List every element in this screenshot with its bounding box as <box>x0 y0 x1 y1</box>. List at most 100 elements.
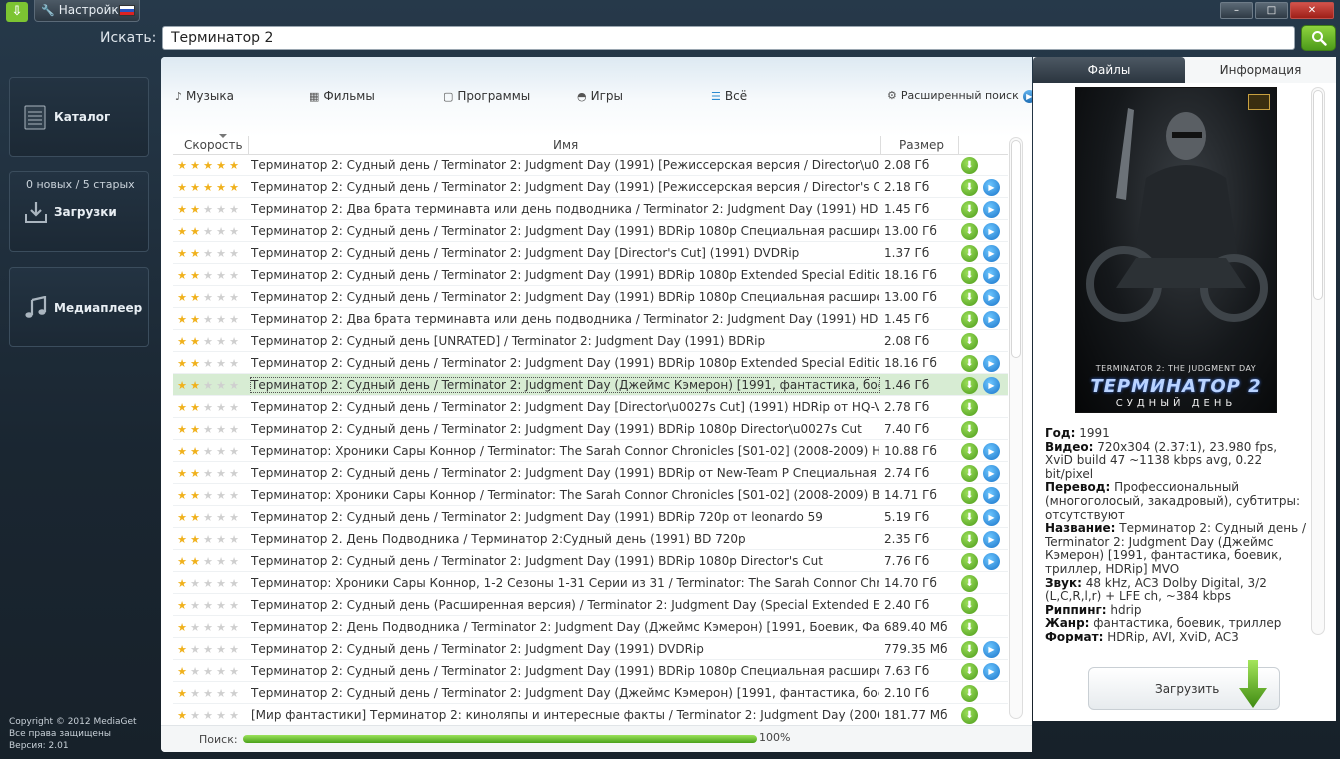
table-row[interactable]: ★ ★ ★ ★ ★ Терминатор 2: Судный день / Termina… <box>173 660 1008 682</box>
table-row[interactable]: ★ ★ ★ ★ ★ Терминатор 2: Судный день / Termina… <box>173 396 1008 418</box>
minimize-button[interactable]: – <box>1220 2 1253 19</box>
play-icon[interactable]: ▶ <box>983 663 1000 680</box>
table-row[interactable]: ★ ★ ★ ★ ★ Терминатор 2: Два брата терминавта … <box>173 308 1008 330</box>
table-row[interactable]: ★ ★ ★ ★ ★ [Мир фантастики] Терминатор 2: кино… <box>173 704 1008 726</box>
play-icon[interactable]: ▶ <box>983 531 1000 548</box>
download-button[interactable]: Загрузить <box>1088 660 1280 710</box>
table-row[interactable]: ★ ★ ★ ★ ★ Терминатор: Хроники Сары Коннор / T… <box>173 484 1008 506</box>
play-icon[interactable]: ▶ <box>983 355 1000 372</box>
download-icon[interactable]: ⬇ <box>961 223 978 240</box>
table-row[interactable]: ★ ★ ★ ★ ★ Терминатор 2: Судный день / Termina… <box>173 550 1008 572</box>
download-icon[interactable]: ⬇ <box>961 553 978 570</box>
download-icon[interactable]: ⬇ <box>961 245 978 262</box>
close-button[interactable]: ✕ <box>1290 2 1334 19</box>
table-row[interactable]: ★ ★ ★ ★ ★ Терминатор 2: Судный день / Termina… <box>173 176 1008 198</box>
download-icon[interactable]: ⬇ <box>961 663 978 680</box>
download-icon[interactable]: ⬇ <box>961 267 978 284</box>
download-icon[interactable]: ⬇ <box>961 707 978 724</box>
table-row[interactable]: ★ ★ ★ ★ ★ Терминатор: Хроники Сары Коннор, 1-… <box>173 572 1008 594</box>
play-icon[interactable]: ▶ <box>983 267 1000 284</box>
tab-films[interactable]: ▦ Фильмы <box>309 89 375 103</box>
download-icon[interactable]: ⬇ <box>961 201 978 218</box>
download-icon[interactable]: ⬇ <box>961 487 978 504</box>
settings-tab[interactable]: 🔧 Настройки <box>34 0 140 22</box>
download-icon[interactable]: ⬇ <box>961 355 978 372</box>
maximize-button[interactable]: □ <box>1255 2 1288 19</box>
scrollbar-thumb[interactable] <box>1313 90 1323 300</box>
table-row[interactable]: ★ ★ ★ ★ ★ Терминатор 2: Судный день / Termina… <box>173 638 1008 660</box>
table-row[interactable]: ★ ★ ★ ★ ★ Терминатор 2: День Подводника / Ter… <box>173 616 1008 638</box>
table-row[interactable]: ★ ★ ★ ★ ★ Терминатор 2: Судный день / Termina… <box>173 682 1008 704</box>
sidebar-item-downloads[interactable]: 0 новых / 5 старых Загрузки <box>9 171 149 252</box>
play-icon[interactable]: ▶ <box>983 201 1000 218</box>
play-icon[interactable]: ▶ <box>983 509 1000 526</box>
download-icon[interactable]: ⬇ <box>961 179 978 196</box>
table-row[interactable]: ★ ★ ★ ★ ★ Терминатор 2: Судный день / Termina… <box>173 462 1008 484</box>
play-icon[interactable]: ▶ <box>983 245 1000 262</box>
download-icon[interactable]: ⬇ <box>961 311 978 328</box>
download-icon[interactable]: ⬇ <box>961 377 978 394</box>
play-icon[interactable]: ▶ <box>983 289 1000 306</box>
table-row[interactable]: ★ ★ ★ ★ ★ Терминатор 2: Судный день / Termina… <box>173 286 1008 308</box>
scrollbar-thumb[interactable] <box>1011 140 1021 358</box>
col-size[interactable]: Размер <box>899 138 944 152</box>
download-icon[interactable]: ⬇ <box>961 619 978 636</box>
download-icon[interactable]: ⬇ <box>961 575 978 592</box>
table-row[interactable]: ★ ★ ★ ★ ★ Терминатор: Хроники Сары Коннор / T… <box>173 440 1008 462</box>
tab-music[interactable]: ♪ Музыка <box>175 89 234 103</box>
table-row[interactable]: ★ ★ ★ ★ ★ Терминатор 2: Судный день / Termina… <box>173 220 1008 242</box>
table-row[interactable]: ★ ★ ★ ★ ★ Терминатор 2: Судный день / Termina… <box>173 352 1008 374</box>
star-icon: ★ <box>177 313 187 326</box>
table-row[interactable]: ★ ★ ★ ★ ★ Терминатор 2: Судный день / Termina… <box>173 264 1008 286</box>
star-icon: ★ <box>177 467 187 480</box>
advanced-search-link[interactable]: ⚙ Расширенный поиск ▶ <box>887 89 1032 103</box>
table-row[interactable]: ★ ★ ★ ★ ★ Терминатор 2: Два брата терминавта … <box>173 198 1008 220</box>
table-row[interactable]: ★ ★ ★ ★ ★ Терминатор 2: Судный день [UNRATED]… <box>173 330 1008 352</box>
details-scrollbar[interactable] <box>1311 87 1325 635</box>
table-row[interactable]: ★ ★ ★ ★ ★ Терминатор 2: Судный день / Termina… <box>173 506 1008 528</box>
sidebar-item-mediaplayer[interactable]: Медиаплеер <box>9 267 149 347</box>
download-icon[interactable]: ⬇ <box>961 641 978 658</box>
sidebar-item-catalog[interactable]: Каталог <box>9 77 149 157</box>
download-icon[interactable]: ⬇ <box>961 289 978 306</box>
play-icon[interactable]: ▶ <box>983 553 1000 570</box>
download-icon[interactable]: ⬇ <box>961 531 978 548</box>
download-icon[interactable]: ⬇ <box>961 399 978 416</box>
table-row[interactable]: ★ ★ ★ ★ ★ Терминатор 2: Судный день / Termina… <box>173 154 1008 176</box>
results-scrollbar[interactable] <box>1009 137 1023 719</box>
download-icon[interactable]: ⬇ <box>961 333 978 350</box>
download-icon[interactable]: ⬇ <box>961 157 978 174</box>
table-row[interactable]: ★ ★ ★ ★ ★ Терминатор 2: Судный день / Termina… <box>173 374 1008 396</box>
tab-games[interactable]: ◓ Игры <box>577 89 623 103</box>
col-name[interactable]: Имя <box>553 138 578 152</box>
download-icon[interactable]: ⬇ <box>961 421 978 438</box>
tab-programs[interactable]: ▢ Программы <box>443 89 530 103</box>
table-row[interactable]: ★ ★ ★ ★ ★ Терминатор 2: Судный день / Termina… <box>173 242 1008 264</box>
play-icon[interactable]: ▶ <box>983 465 1000 482</box>
row-name: Терминатор 2: Судный день / Terminator 2… <box>251 686 879 700</box>
download-icon[interactable]: ⬇ <box>961 465 978 482</box>
play-icon[interactable]: ▶ <box>983 223 1000 240</box>
info-line: Звук: 48 kHz, AC3 Dolby Digital, 3/2 (L,… <box>1045 576 1307 604</box>
tab-films-label: Фильмы <box>323 89 375 103</box>
tab-all[interactable]: ☰ Всё <box>711 89 747 103</box>
table-row[interactable]: ★ ★ ★ ★ ★ Терминатор 2: Судный день / Termina… <box>173 418 1008 440</box>
play-icon[interactable]: ▶ <box>983 311 1000 328</box>
play-icon[interactable]: ▶ <box>983 443 1000 460</box>
table-row[interactable]: ★ ★ ★ ★ ★ Терминатор 2: Судный день (Расширен… <box>173 594 1008 616</box>
play-icon[interactable]: ▶ <box>983 487 1000 504</box>
play-icon[interactable]: ▶ <box>983 641 1000 658</box>
search-input[interactable] <box>162 26 1295 50</box>
russia-flag-icon[interactable] <box>119 5 135 16</box>
search-button[interactable] <box>1301 25 1336 51</box>
download-icon[interactable]: ⬇ <box>961 443 978 460</box>
tab-files[interactable]: Файлы <box>1033 57 1185 83</box>
play-icon[interactable]: ▶ <box>983 377 1000 394</box>
table-row[interactable]: ★ ★ ★ ★ ★ Терминатор 2. День Подводника / Тер… <box>173 528 1008 550</box>
download-icon[interactable]: ⬇ <box>961 509 978 526</box>
col-speed[interactable]: Скорость <box>184 134 243 152</box>
download-icon[interactable]: ⬇ <box>961 597 978 614</box>
download-icon[interactable]: ⬇ <box>961 685 978 702</box>
tab-information[interactable]: Информация <box>1185 57 1336 83</box>
play-icon[interactable]: ▶ <box>983 179 1000 196</box>
